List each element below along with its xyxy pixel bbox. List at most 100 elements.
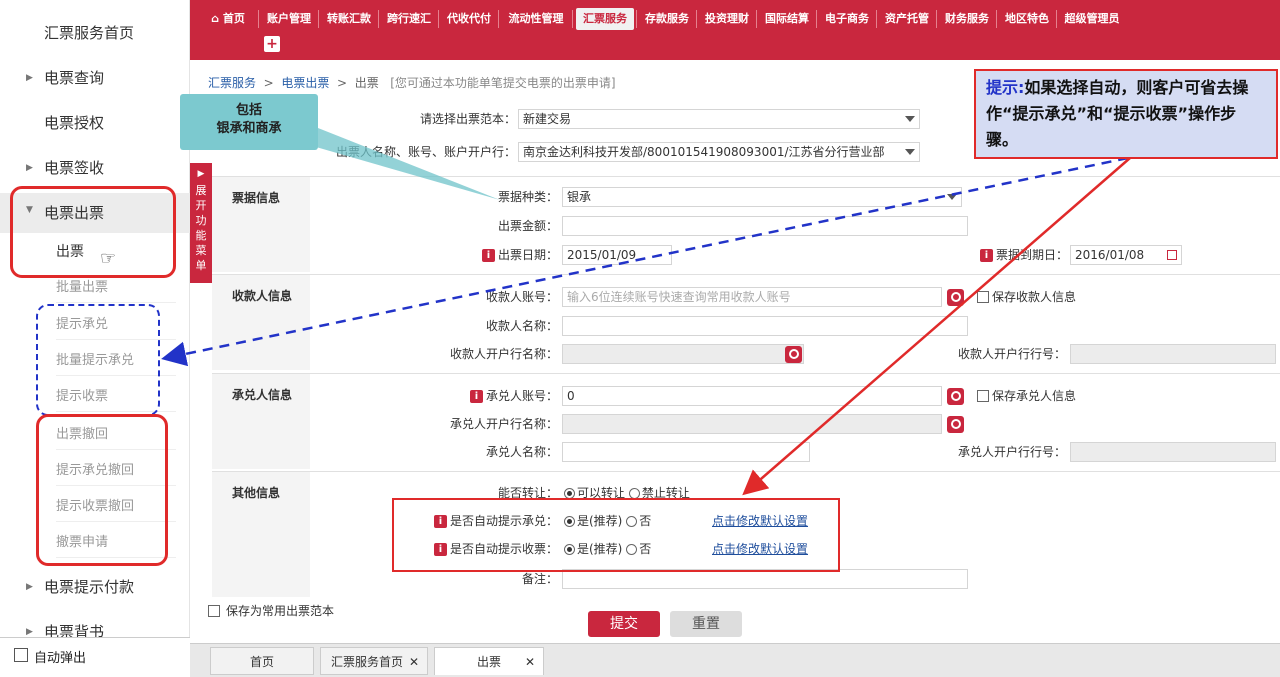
search-icon[interactable] <box>947 416 964 433</box>
section-title: 收款人信息 <box>212 275 310 370</box>
close-icon[interactable]: ✕ <box>525 648 535 676</box>
nav-item-2[interactable]: 转账汇款 <box>322 8 376 30</box>
teal-annotation: 包括 银承和商承 <box>180 94 318 150</box>
breadcrumb-current: 出票 <box>354 76 379 90</box>
nav-separator <box>756 10 757 28</box>
nav-item-12[interactable]: 财务服务 <box>940 8 994 30</box>
nav-separator <box>498 10 499 28</box>
remark-input[interactable] <box>562 569 968 589</box>
save-acceptor-checkbox[interactable] <box>977 390 989 402</box>
top-nav: ⌂ 首页 账户管理 转账汇款 跨行速汇 代收代付 流动性管理 汇票服务 存款服务 投资理财 国际… <box>190 0 1280 60</box>
payee-account-label: 收款人账号： <box>485 290 558 304</box>
bill-type-label: 票据种类： <box>497 190 558 204</box>
nav-separator <box>876 10 877 28</box>
sidebar-item-sign[interactable]: ▶ 电票签收 <box>0 153 190 183</box>
chevron-right-icon: ▶ <box>26 582 33 592</box>
sidebar-item-endorse[interactable]: ▶ 电票背书 <box>0 617 190 639</box>
expand-menu-toggle[interactable]: ▶ 展开功能菜单 <box>190 163 212 283</box>
nav-item-10[interactable]: 电子商务 <box>820 8 874 30</box>
save-acceptor-label: 保存承兑人信息 <box>992 389 1077 403</box>
nav-separator <box>636 10 637 28</box>
acceptor-bank-label: 承兑人开户行名称： <box>449 417 558 431</box>
nav-item-8[interactable]: 投资理财 <box>700 8 754 30</box>
info-icon: i <box>469 390 483 403</box>
auto-popup[interactable]: 自动弹出 <box>0 637 190 677</box>
sidebar-item-home[interactable]: 汇票服务首页 <box>0 18 190 48</box>
payee-account-input[interactable]: 输入6位连续账号快速查询常用收款人账号 <box>562 287 942 307</box>
account-select[interactable]: 南京金达利科技开发部/800101541908093001/江苏省分行营业部 <box>518 142 920 162</box>
section-title: 其他信息 <box>212 472 310 597</box>
account-label: 出票人名称、账号、账户开户行： <box>335 145 516 159</box>
nav-separator <box>378 10 379 28</box>
nav-item-5[interactable]: 流动性管理 <box>502 8 570 30</box>
nav-item-4[interactable]: 代收代付 <box>442 8 496 30</box>
chevron-down-icon <box>905 116 915 122</box>
save-payee-label: 保存收款人信息 <box>992 290 1077 304</box>
nav-item-13[interactable]: 地区特色 <box>1000 8 1054 30</box>
sidebar-item-payment[interactable]: ▶ 电票提示付款 <box>0 572 190 602</box>
nav-separator <box>936 10 937 28</box>
acceptor-account-label: i 承兑人账号： <box>420 385 558 407</box>
acceptor-bank-input[interactable] <box>562 414 942 434</box>
nav-separator <box>816 10 817 28</box>
due-date-input[interactable]: 2016/01/08 <box>1070 245 1182 265</box>
nav-separator <box>258 10 259 28</box>
nav-item-14[interactable]: 超级管理员 <box>1060 8 1124 30</box>
bill-type-select[interactable]: 银承 <box>562 187 962 207</box>
payee-bank-label: 收款人开户行名称： <box>449 347 558 361</box>
template-select[interactable]: 新建交易 <box>518 109 920 129</box>
nav-separator <box>996 10 997 28</box>
sidebar-item-query[interactable]: ▶ 电票查询 <box>0 63 190 93</box>
add-tab-icon[interactable]: + <box>264 36 280 52</box>
section-title: 承兑人信息 <box>212 374 310 469</box>
search-icon[interactable] <box>947 388 964 405</box>
nav-item-9[interactable]: 国际结算 <box>760 8 814 30</box>
acceptor-bank-no-input[interactable] <box>1070 442 1276 462</box>
calendar-icon[interactable] <box>1167 250 1177 260</box>
payee-name-input[interactable] <box>562 316 968 336</box>
acceptor-account-input[interactable]: 0 <box>562 386 942 406</box>
footer-tab-issue[interactable]: 出票 ✕ <box>434 647 544 675</box>
nav-separator <box>438 10 439 28</box>
nav-item-11[interactable]: 资产托管 <box>880 8 934 30</box>
payee-bank-input[interactable] <box>562 344 804 364</box>
chevron-right-icon: ▶ <box>26 73 33 83</box>
nav-item-6[interactable]: 汇票服务 <box>576 8 634 30</box>
amount-input[interactable] <box>562 216 968 236</box>
home-icon: ⌂ <box>211 12 220 25</box>
chevron-right-icon: ▶ <box>26 163 33 173</box>
footer-tab-service[interactable]: 汇票服务首页 ✕ <box>320 647 428 675</box>
section-title: 票据信息 <box>212 177 310 272</box>
sidebar-item-authorize[interactable]: 电票授权 <box>0 108 190 138</box>
acceptor-bank-no-label: 承兑人开户行行号： <box>957 445 1066 459</box>
issue-highlight-box <box>10 186 176 278</box>
nav-item-7[interactable]: 存款服务 <box>640 8 694 30</box>
search-icon[interactable] <box>785 346 802 363</box>
payee-bank-no-input[interactable] <box>1070 344 1276 364</box>
footer-tab-home[interactable]: 首页 <box>210 647 314 675</box>
save-template-checkbox[interactable] <box>208 605 220 617</box>
reset-button[interactable]: 重置 <box>670 611 742 637</box>
nav-item-3[interactable]: 跨行速汇 <box>382 8 436 30</box>
close-icon[interactable]: ✕ <box>409 648 419 676</box>
submit-button[interactable]: 提交 <box>588 611 660 637</box>
acceptor-name-input[interactable] <box>562 442 810 462</box>
nav-separator <box>696 10 697 28</box>
chevron-down-icon <box>905 149 915 155</box>
nav-separator <box>1056 10 1057 28</box>
breadcrumb-link-issue[interactable]: 电票出票 <box>281 76 329 90</box>
search-icon[interactable] <box>947 289 964 306</box>
due-date-label: i 票据到期日： <box>968 244 1068 266</box>
save-payee-checkbox[interactable] <box>977 291 989 303</box>
breadcrumb-link-service[interactable]: 汇票服务 <box>208 76 256 90</box>
chevron-right-icon: ▶ <box>26 627 33 637</box>
issue-date-label: i 出票日期： <box>420 244 558 266</box>
amount-label: 出票金额： <box>497 219 558 233</box>
prompt-highlight-box <box>36 304 160 416</box>
issue-date-input[interactable]: 2015/01/09 <box>562 245 672 265</box>
auto-popup-checkbox[interactable] <box>14 648 28 662</box>
save-template-label: 保存为常用出票范本 <box>226 604 335 618</box>
payee-bank-no-label: 收款人开户行行号： <box>957 347 1066 361</box>
nav-item-1[interactable]: 账户管理 <box>262 8 316 30</box>
nav-home[interactable]: ⌂ 首页 <box>202 8 254 30</box>
